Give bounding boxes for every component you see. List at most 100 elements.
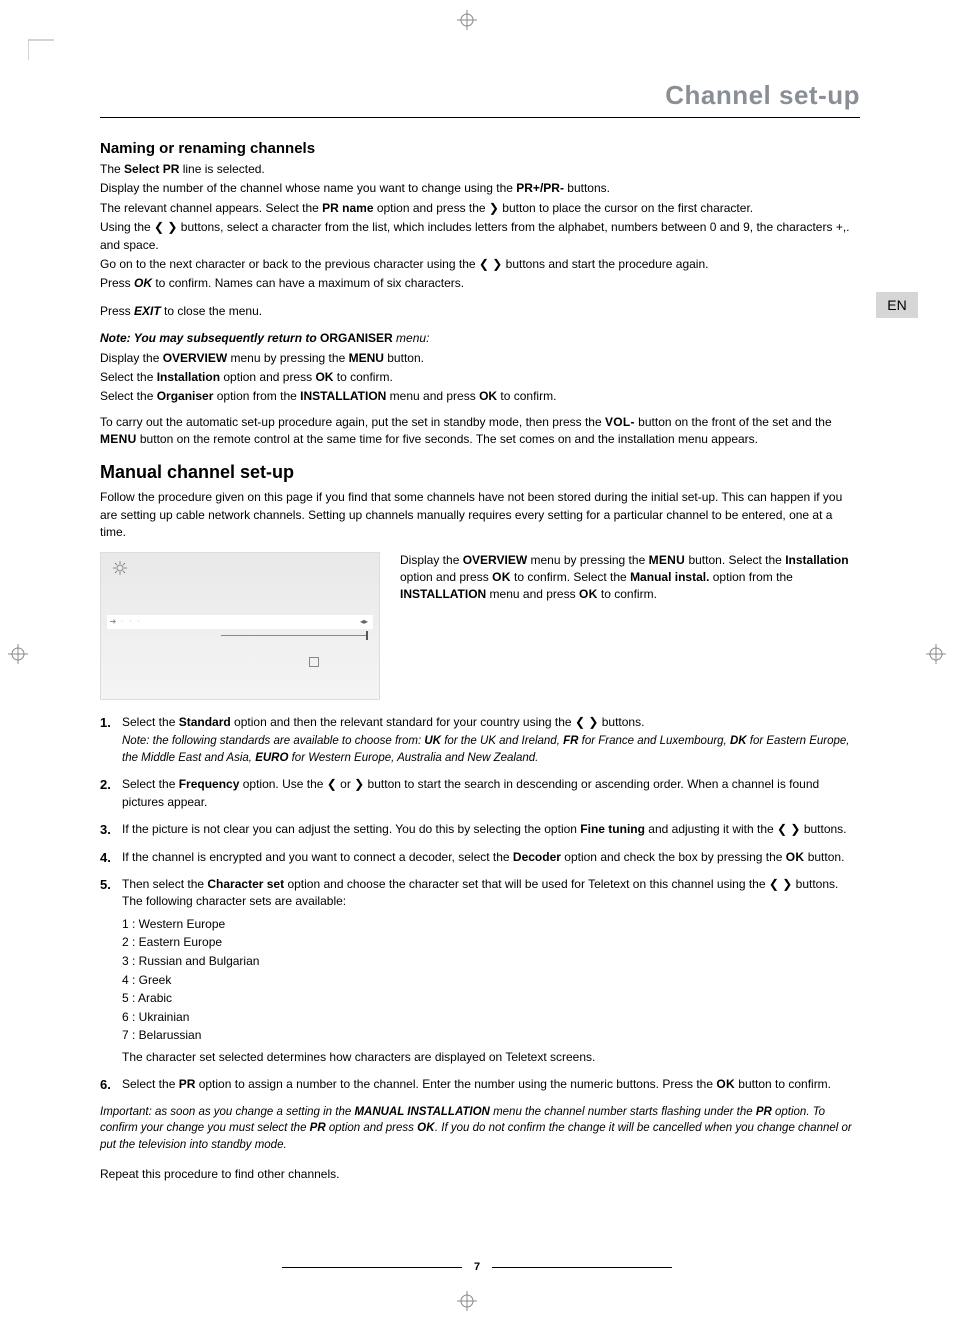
text: FR [563, 735, 578, 747]
naming-heading: Naming or renaming channels [100, 140, 860, 157]
language-tab: EN [876, 292, 918, 318]
text: option and press the ❯ button to place t… [374, 201, 754, 215]
text: to confirm. [598, 587, 657, 601]
slider-line [221, 635, 367, 636]
text: to confirm. [497, 389, 556, 403]
text: Then select the [122, 877, 207, 891]
crop-corner-icon [28, 34, 54, 60]
list-item: 3 : Russian and Bulgarian [122, 952, 860, 971]
text: PR [179, 1077, 196, 1091]
step-2: Select the Frequency option. Use the ❮ o… [100, 776, 860, 811]
list-item: 5 : Arabic [122, 989, 860, 1008]
step-6: Select the PR option to assign a number … [100, 1076, 860, 1093]
text: VOL- [605, 415, 635, 429]
text: Fine tuning [580, 822, 645, 836]
text: Note: You may subsequently return to [100, 331, 320, 345]
text: Using the ❮ ❯ buttons, select a characte… [100, 219, 860, 254]
text: menu the channel number starts flashing … [490, 1106, 756, 1118]
text: button. [804, 850, 844, 864]
registration-mark-icon [926, 644, 946, 664]
step-4: If the channel is encrypted and you want… [100, 849, 860, 866]
text: option and press [400, 570, 492, 584]
step-3: If the picture is not clear you can adju… [100, 821, 860, 838]
page-number: 7 [474, 1261, 480, 1273]
text: button. Select the [685, 553, 785, 567]
text: menu and press [486, 587, 579, 601]
text: option and press [220, 370, 315, 384]
menu-highlight-row: ➔ · · · ◂▸ [107, 615, 373, 629]
list-item: 4 : Greek [122, 971, 860, 990]
manual-row: ➔ · · · ◂▸ Display the OVERVIEW menu by … [100, 552, 860, 700]
text: to confirm. Names can have a maximum of … [152, 276, 464, 290]
text: To carry out the automatic set-up proced… [100, 415, 605, 429]
text: OK [315, 370, 333, 384]
text: Note: the following standards are availa… [122, 735, 424, 747]
text: PR [756, 1106, 772, 1118]
text: OK [716, 1077, 735, 1091]
text: PR [310, 1122, 326, 1134]
list-item: 1 : Western Europe [122, 915, 860, 934]
text: PR+/PR- [516, 181, 564, 195]
text: Select the [122, 715, 179, 729]
manual-side-text: Display the OVERVIEW menu by pressing th… [400, 552, 860, 700]
text: menu: [393, 331, 430, 345]
step-5: Then select the Character set option and… [100, 876, 860, 1066]
text: EURO [255, 752, 288, 764]
registration-mark-icon [457, 1291, 477, 1311]
text: OVERVIEW [163, 351, 227, 365]
charset-list: 1 : Western Europe 2 : Eastern Europe 3 … [122, 915, 860, 1045]
text: menu by pressing the [227, 351, 348, 365]
menu-screenshot: ➔ · · · ◂▸ [100, 552, 380, 700]
text: MANUAL INSTALLATION [354, 1106, 489, 1118]
manual-heading: Manual channel set-up [100, 462, 860, 483]
page-title: Channel set-up [100, 80, 860, 111]
registration-mark-icon [8, 644, 28, 664]
text: Select PR [124, 162, 179, 176]
step-1: Select the Standard option and then the … [100, 714, 860, 767]
text: UK [424, 735, 441, 747]
list-item: 2 : Eastern Europe [122, 933, 860, 952]
list-item: 7 : Belarussian [122, 1026, 860, 1045]
text: INSTALLATION [400, 587, 486, 601]
text: Decoder [513, 850, 561, 864]
text: The relevant channel appears. Select the [100, 201, 322, 215]
text: to confirm. Select the [511, 570, 630, 584]
repeat-text: Repeat this procedure to find other chan… [100, 1166, 860, 1183]
text: and adjusting it with the ❮ ❯ buttons. [645, 822, 847, 836]
text: button on the front of the set and the [635, 415, 832, 429]
text: option from the [213, 389, 300, 403]
text: Press [100, 304, 134, 318]
text: Character set [207, 877, 284, 891]
text: Frequency [179, 777, 240, 791]
text: MENU [100, 432, 137, 446]
text: Manual instal. [630, 570, 709, 584]
text: OK [134, 276, 152, 290]
text: option from the [709, 570, 792, 584]
text: OK [417, 1122, 435, 1134]
text: option and then the relevant standard fo… [231, 715, 645, 729]
text: Organiser [157, 389, 214, 403]
text: to close the menu. [161, 304, 262, 318]
text: If the picture is not clear you can adju… [122, 822, 580, 836]
text: The character set selected determines ho… [122, 1049, 860, 1066]
arrow-right-icon: ➔ [107, 617, 119, 626]
text: PR name [322, 201, 373, 215]
text: Select the [100, 389, 157, 403]
text: MENU [649, 553, 686, 567]
text: option and press [326, 1122, 417, 1134]
important-note: Important: as soon as you change a setti… [100, 1104, 860, 1154]
text: Press [100, 276, 134, 290]
text: MENU [349, 351, 384, 365]
manual-intro: Follow the procedure given on this page … [100, 489, 860, 541]
text: INSTALLATION [300, 389, 386, 403]
text: DK [730, 735, 747, 747]
text: Display the [100, 351, 163, 365]
text: EXIT [134, 304, 161, 318]
text: Display the [400, 553, 463, 567]
manual-steps: Select the Standard option and then the … [100, 714, 860, 1094]
text: button to confirm. [735, 1077, 831, 1091]
text: Standard [179, 715, 231, 729]
auto-setup-note: To carry out the automatic set-up proced… [100, 414, 860, 449]
page-header: Channel set-up [100, 80, 860, 118]
text: option to assign a number to the channel… [195, 1077, 716, 1091]
